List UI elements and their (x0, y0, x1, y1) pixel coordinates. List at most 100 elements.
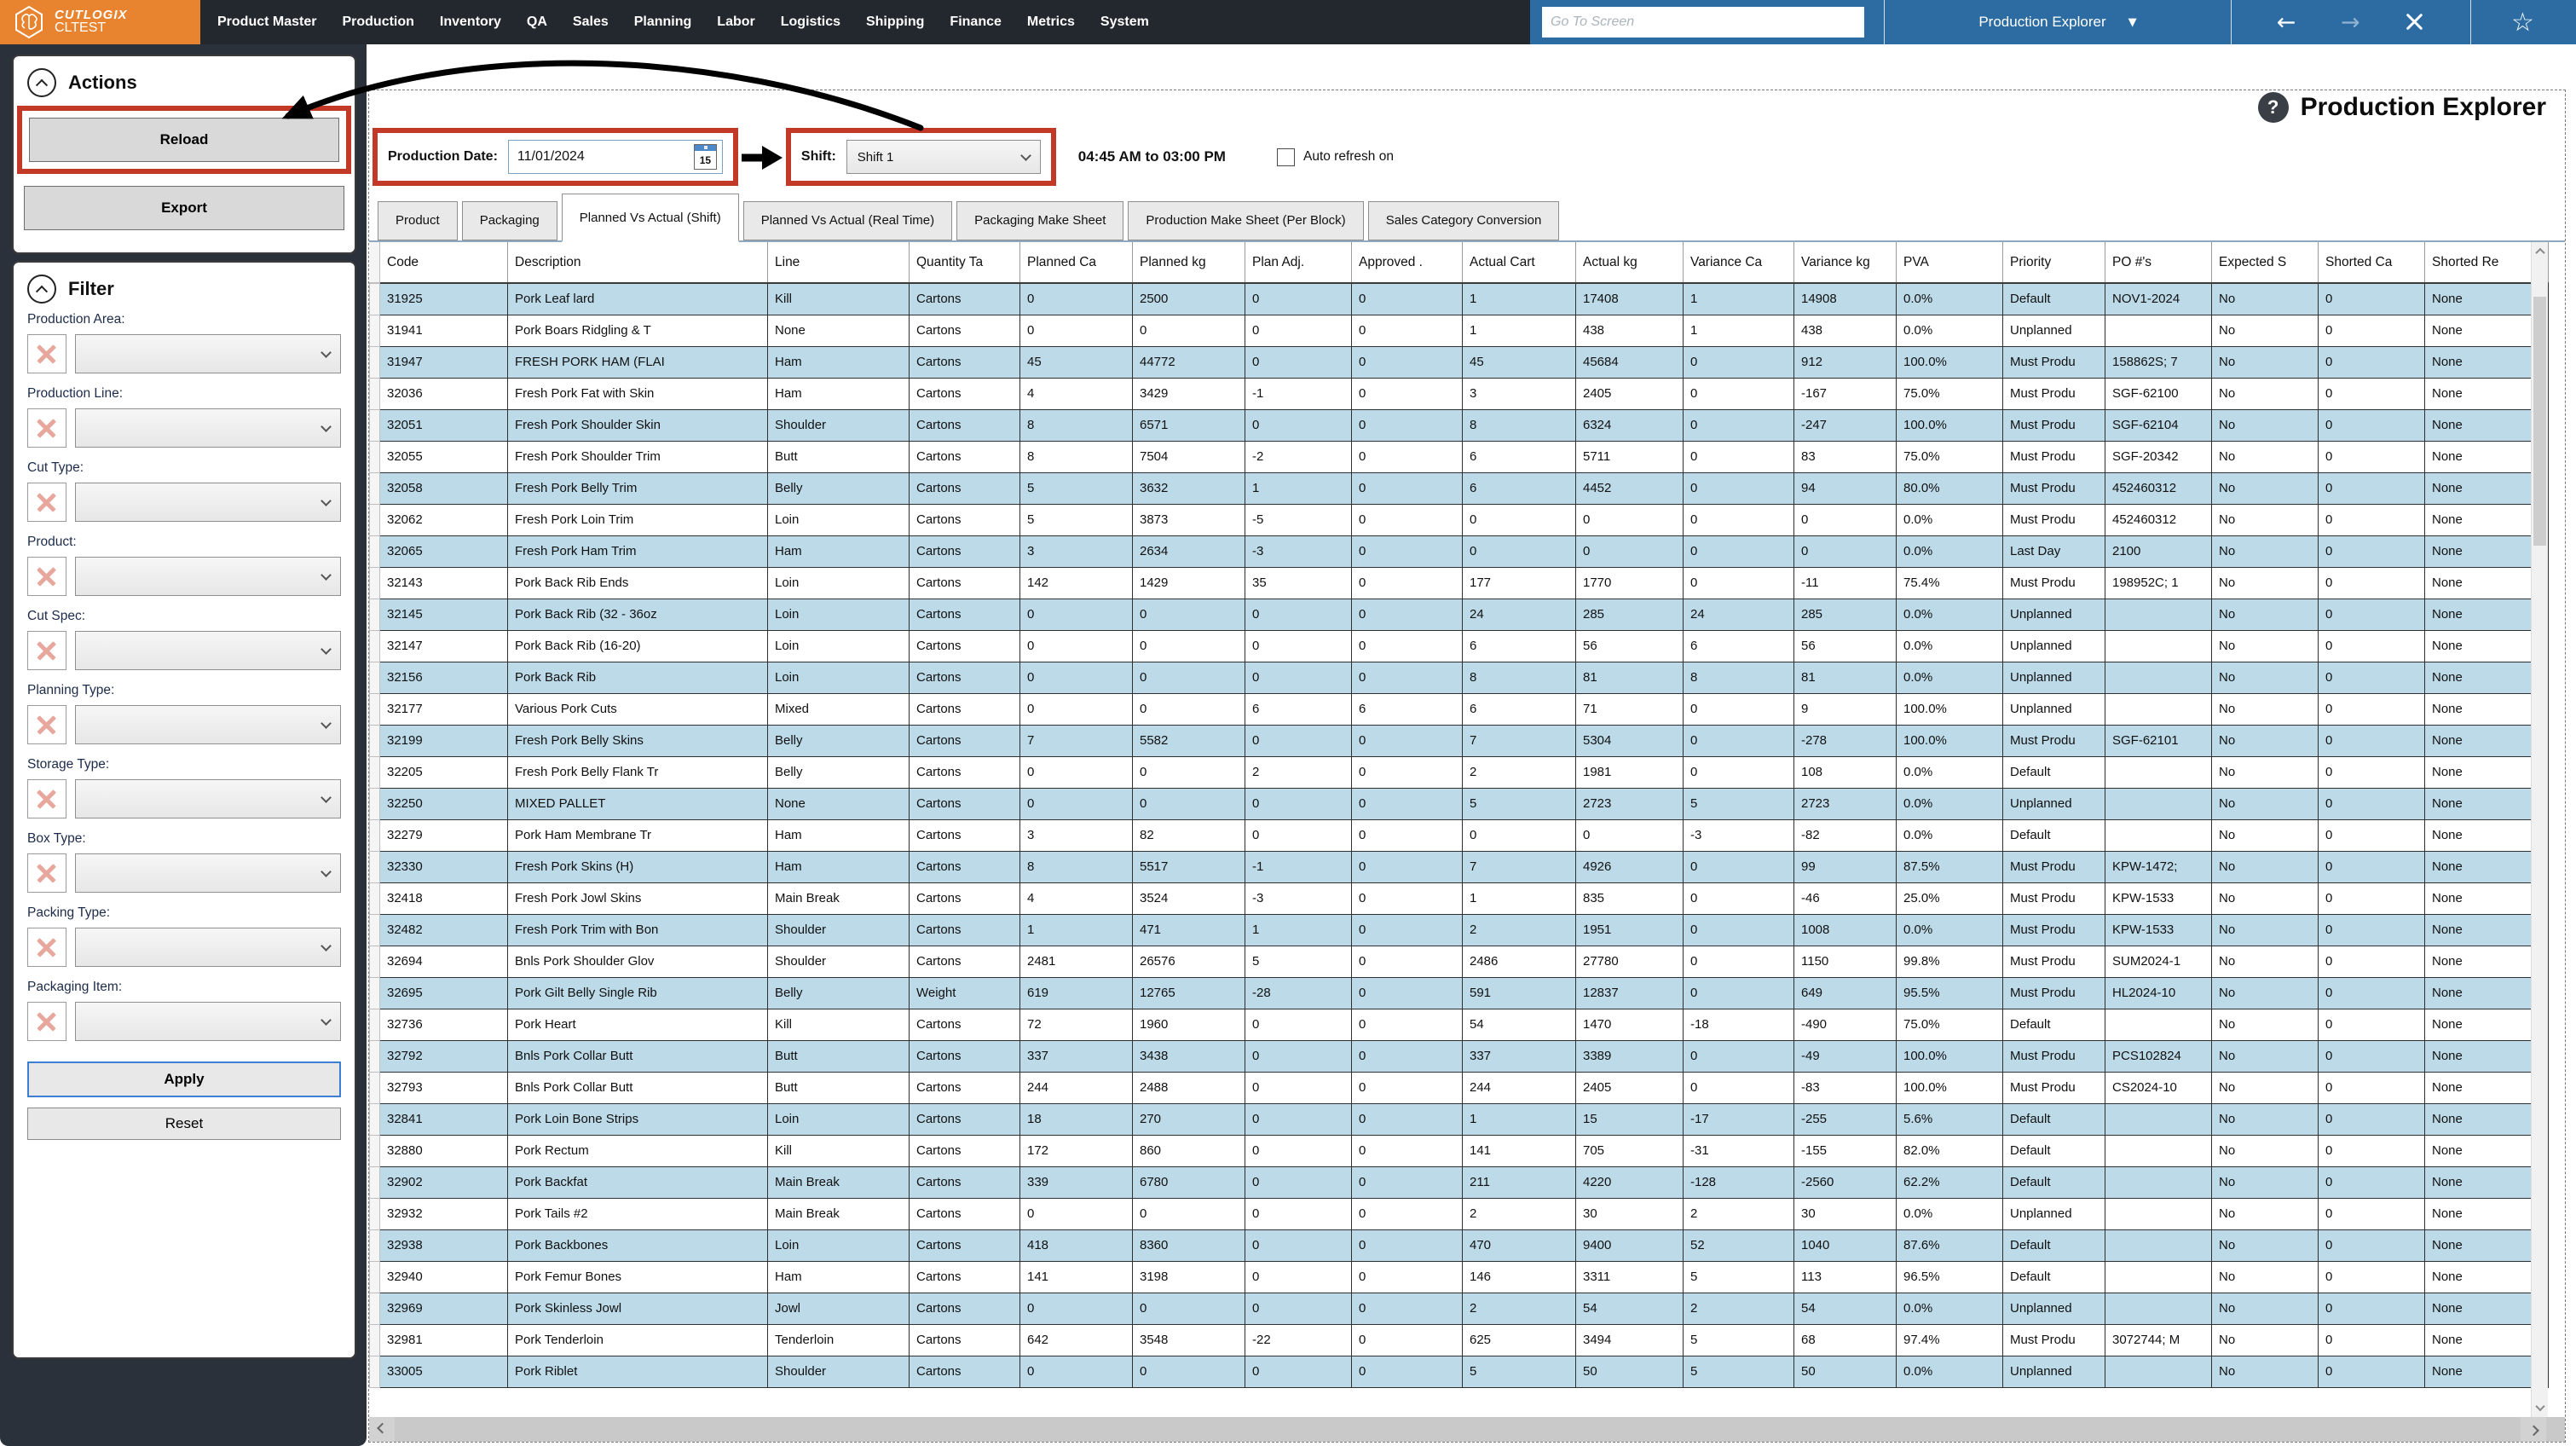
cell-code[interactable]: 32418 (380, 882, 508, 914)
cell-line[interactable]: Main Break (768, 1198, 910, 1229)
cell-shorted-ca[interactable]: 0 (2319, 567, 2425, 599)
cell-line[interactable]: Ham (768, 1261, 910, 1293)
cell-shorted-ca[interactable]: 0 (2319, 630, 2425, 662)
cell-priority[interactable]: Unplanned (2003, 662, 2105, 693)
cell-shorted-ca[interactable]: 0 (2319, 1198, 2425, 1229)
table-row-32199[interactable]: 32199Fresh Pork Belly SkinsBellyCartons7… (370, 725, 2549, 756)
cell-actual-kg[interactable]: 0 (1576, 819, 1684, 851)
cell-planned-kg[interactable]: 5582 (1133, 725, 1245, 756)
cell-po-s[interactable]: PCS102824 (2105, 1040, 2212, 1072)
cell-shorted-ca[interactable]: 0 (2319, 662, 2425, 693)
packaging-item-select[interactable] (75, 1002, 341, 1041)
cell-po-s[interactable] (2105, 1103, 2212, 1135)
cell-code[interactable]: 32792 (380, 1040, 508, 1072)
cell-description[interactable]: Pork Back Rib (16-20) (508, 630, 768, 662)
clear-cut-type-icon[interactable] (27, 483, 66, 522)
cell-description[interactable]: Pork Ham Membrane Tr (508, 819, 768, 851)
cell-description[interactable]: Bnls Pork Collar Butt (508, 1040, 768, 1072)
cell-shorted-re[interactable]: None (2425, 946, 2549, 977)
cell-actual-kg[interactable]: 1981 (1576, 756, 1684, 788)
menu-item-shipping[interactable]: Shipping (866, 14, 924, 30)
cell-shorted-ca[interactable]: 0 (2319, 693, 2425, 725)
cell-shorted-ca[interactable]: 0 (2319, 378, 2425, 409)
cell-po-s[interactable] (2105, 1198, 2212, 1229)
cell-actual-kg[interactable]: 3311 (1576, 1261, 1684, 1293)
cell-variance-kg[interactable]: 0 (1794, 535, 1897, 567)
menu-item-inventory[interactable]: Inventory (440, 14, 501, 30)
cell-expected-s[interactable]: No (2212, 535, 2319, 567)
cell-variance-ca[interactable]: 0 (1684, 346, 1794, 378)
cell-quantity-ta[interactable]: Cartons (910, 819, 1020, 851)
cell-line[interactable]: Loin (768, 504, 910, 535)
cell-pva[interactable]: 0.0% (1897, 756, 2003, 788)
cell-approved[interactable]: 0 (1352, 315, 1463, 346)
cell-shorted-ca[interactable]: 0 (2319, 882, 2425, 914)
cell-code[interactable]: 32695 (380, 977, 508, 1009)
tab-sales-category-conversion[interactable]: Sales Category Conversion (1368, 201, 1560, 240)
cell-quantity-ta[interactable]: Cartons (910, 567, 1020, 599)
menu-item-qa[interactable]: QA (527, 14, 547, 30)
close-screen-icon[interactable] (2405, 12, 2425, 32)
menu-item-planning[interactable]: Planning (634, 14, 692, 30)
cell-planned-ca[interactable]: 8 (1020, 441, 1133, 472)
cell-priority[interactable]: Must Produ (2003, 346, 2105, 378)
cell-planned-kg[interactable]: 0 (1133, 662, 1245, 693)
cell-plan-adj[interactable]: 0 (1245, 788, 1352, 819)
cell-shorted-re[interactable]: None (2425, 1166, 2549, 1198)
cell-priority[interactable]: Default (2003, 283, 2105, 315)
cell-po-s[interactable]: 2100 (2105, 535, 2212, 567)
cell-shorted-ca[interactable]: 0 (2319, 283, 2425, 315)
cell-shorted-re[interactable]: None (2425, 441, 2549, 472)
cell-variance-ca[interactable]: 0 (1684, 441, 1794, 472)
cell-approved[interactable]: 0 (1352, 662, 1463, 693)
scroll-down-icon[interactable] (2532, 1398, 2549, 1417)
cell-variance-ca[interactable]: 1 (1684, 283, 1794, 315)
cell-quantity-ta[interactable]: Cartons (910, 946, 1020, 977)
cell-description[interactable]: Fresh Pork Belly Trim (508, 472, 768, 504)
cell-planned-kg[interactable]: 3429 (1133, 378, 1245, 409)
cell-approved[interactable]: 0 (1352, 1229, 1463, 1261)
column-header-expected-s[interactable]: Expected S (2212, 242, 2319, 283)
cell-code[interactable]: 32143 (380, 567, 508, 599)
cell-po-s[interactable] (2105, 693, 2212, 725)
cell-planned-kg[interactable]: 1429 (1133, 567, 1245, 599)
cell-plan-adj[interactable]: -28 (1245, 977, 1352, 1009)
cell-variance-ca[interactable]: -31 (1684, 1135, 1794, 1166)
storage-type-select[interactable] (75, 779, 341, 818)
cell-planned-ca[interactable]: 3 (1020, 535, 1133, 567)
column-header-shorted-ca[interactable]: Shorted Ca (2319, 242, 2425, 283)
cell-actual-kg[interactable]: 438 (1576, 315, 1684, 346)
cell-actual-cart[interactable]: 7 (1463, 851, 1576, 882)
cell-actual-kg[interactable]: 835 (1576, 882, 1684, 914)
cell-line[interactable]: Mixed (768, 693, 910, 725)
cell-plan-adj[interactable]: 5 (1245, 946, 1352, 977)
cell-expected-s[interactable]: No (2212, 819, 2319, 851)
cell-pva[interactable]: 0.0% (1897, 283, 2003, 315)
cell-quantity-ta[interactable]: Cartons (910, 851, 1020, 882)
cell-actual-kg[interactable]: 2405 (1576, 378, 1684, 409)
cell-description[interactable]: Pork Heart (508, 1009, 768, 1040)
cell-planned-kg[interactable]: 0 (1133, 1198, 1245, 1229)
cell-planned-ca[interactable]: 619 (1020, 977, 1133, 1009)
cell-shorted-re[interactable]: None (2425, 914, 2549, 946)
cell-line[interactable]: Ham (768, 378, 910, 409)
cell-quantity-ta[interactable]: Cartons (910, 378, 1020, 409)
packing-type-select[interactable] (75, 928, 341, 967)
cell-line[interactable]: Belly (768, 472, 910, 504)
cell-pva[interactable]: 0.0% (1897, 315, 2003, 346)
cell-code[interactable]: 32177 (380, 693, 508, 725)
cell-description[interactable]: Pork Backfat (508, 1166, 768, 1198)
cell-variance-kg[interactable]: 2723 (1794, 788, 1897, 819)
cell-code[interactable]: 32902 (380, 1166, 508, 1198)
cell-expected-s[interactable]: No (2212, 346, 2319, 378)
cell-code[interactable]: 33005 (380, 1356, 508, 1387)
cell-line[interactable]: Butt (768, 1072, 910, 1103)
production-date-input[interactable]: 11/01/2024 15 (508, 140, 723, 174)
table-row-32902[interactable]: 32902Pork BackfatMain BreakCartons339678… (370, 1166, 2549, 1198)
cell-actual-cart[interactable]: 0 (1463, 819, 1576, 851)
cell-shorted-re[interactable]: None (2425, 1072, 2549, 1103)
cell-actual-kg[interactable]: 15 (1576, 1103, 1684, 1135)
cell-actual-kg[interactable]: 17408 (1576, 283, 1684, 315)
cell-approved[interactable]: 0 (1352, 851, 1463, 882)
cell-variance-kg[interactable]: 9 (1794, 693, 1897, 725)
